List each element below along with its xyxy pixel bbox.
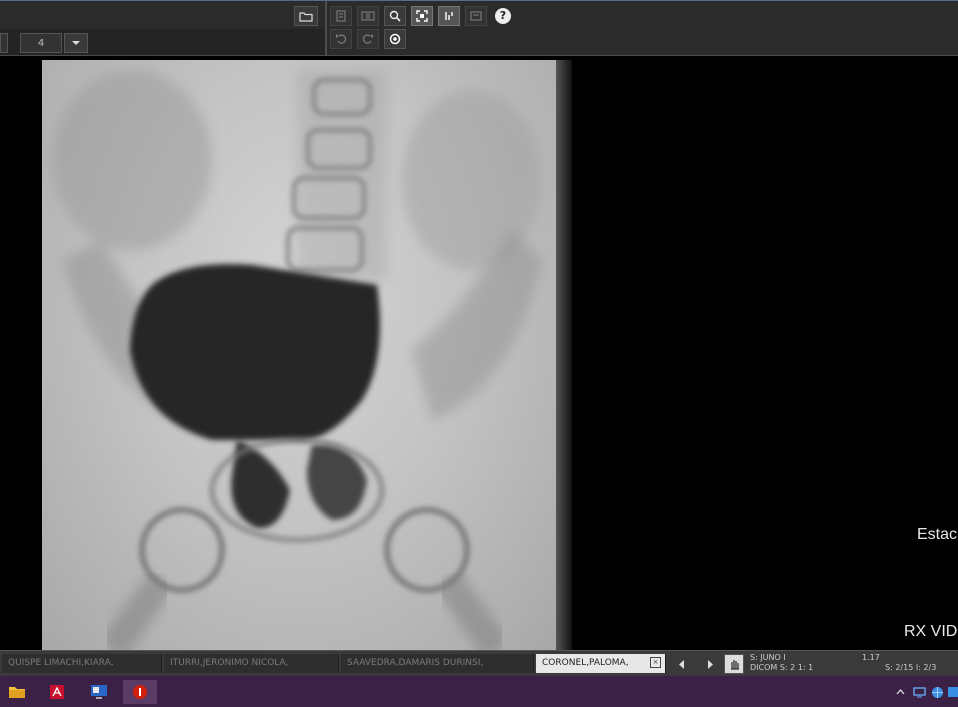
- tray-display-icon[interactable]: [912, 685, 926, 699]
- toolbar-right-panel: ?: [328, 1, 958, 57]
- redo-icon: [362, 34, 373, 44]
- image-border: [556, 60, 572, 650]
- status-line-1-right: 1.17: [862, 653, 880, 662]
- zoom-field[interactable]: 4: [20, 33, 62, 53]
- display-icon: [912, 686, 926, 697]
- overlay-modality-label: RX VID: [904, 623, 958, 640]
- series-layout-button[interactable]: [357, 6, 379, 26]
- help-icon: ?: [495, 8, 511, 24]
- file-explorer-button[interactable]: [0, 680, 34, 704]
- undo-button[interactable]: [330, 29, 352, 49]
- close-tab-icon[interactable]: ×: [650, 657, 661, 668]
- windows-taskbar: [0, 676, 958, 707]
- image-viewport[interactable]: Estac RX VID: [0, 56, 958, 650]
- reset-view-button[interactable]: [384, 29, 406, 49]
- screen-icon: [470, 11, 482, 21]
- layout-icon: [361, 11, 375, 21]
- hand-tool-button[interactable]: [724, 654, 744, 674]
- pdf-reader-button[interactable]: [40, 680, 74, 704]
- next-tab-button[interactable]: [703, 657, 717, 671]
- xray-image[interactable]: [42, 60, 556, 650]
- undo-icon: [336, 34, 347, 44]
- patient-tab-label: QUISPE LIMACHI,KIARA,: [8, 658, 114, 668]
- xray-drawing: [52, 70, 542, 650]
- left-edge-field[interactable]: [0, 33, 8, 53]
- fit-screen-icon: [416, 10, 428, 22]
- pacs-app-icon: [133, 685, 147, 699]
- pacs-viewer-button[interactable]: [123, 680, 157, 704]
- annotation-button[interactable]: [465, 6, 487, 26]
- overlay-station-label: Estac: [917, 526, 958, 543]
- folder-icon: [299, 11, 313, 22]
- toolbar-left-panel: 4: [0, 1, 325, 57]
- folder-icon: [9, 687, 25, 698]
- document-icon: [336, 10, 346, 22]
- patient-tab-strip: QUISPE LIMACHI,KIARA, ITURRI,JERONIMO NI…: [0, 650, 958, 676]
- patient-tab-label: CORONEL,PALOMA,: [542, 658, 629, 668]
- help-button[interactable]: ?: [492, 6, 514, 26]
- hand-icon: [730, 660, 739, 670]
- measure-tool-button[interactable]: [438, 6, 460, 26]
- remote-app-button[interactable]: [82, 680, 116, 704]
- fit-to-window-button[interactable]: [411, 6, 433, 26]
- tray-network-icon[interactable]: [930, 685, 944, 699]
- status-line-2-right: S: 2/15 I: 2/3: [885, 663, 937, 672]
- pdf-icon: [50, 685, 64, 699]
- status-line-1-left: S: JUNO I: [750, 653, 786, 662]
- tray-app-icon[interactable]: [946, 685, 958, 699]
- status-line-2-left: DICOM S: 2 1: 1: [750, 663, 814, 672]
- patient-tab-label: SAAVEDRA,DAMARIS DURINSI,: [347, 658, 484, 668]
- measure-icon: [445, 12, 453, 20]
- show-hidden-icons-button[interactable]: [893, 685, 907, 699]
- circle-target-icon: [389, 33, 401, 45]
- previous-tab-button[interactable]: [675, 657, 689, 671]
- patient-tab[interactable]: QUISPE LIMACHI,KIARA,: [2, 654, 162, 673]
- zoom-field-value: 4: [37, 37, 45, 49]
- patient-tab[interactable]: SAAVEDRA,DAMARIS DURINSI,: [341, 654, 534, 673]
- app-tray-icon: [948, 687, 958, 697]
- patient-tab-label: ITURRI,JERONIMO NICOLA,: [170, 658, 289, 668]
- chevron-up-icon: [896, 689, 904, 695]
- chevron-right-icon: [708, 659, 713, 669]
- patient-tab-active[interactable]: CORONEL,PALOMA, ×: [536, 654, 666, 673]
- chevron-down-icon: [72, 41, 80, 45]
- monitor-icon: [91, 685, 107, 699]
- patient-tab[interactable]: ITURRI,JERONIMO NICOLA,: [164, 654, 339, 673]
- open-folder-button[interactable]: [294, 6, 318, 26]
- zoom-dropdown-button[interactable]: [64, 33, 88, 53]
- zoom-tool-button[interactable]: [384, 6, 406, 26]
- redo-button[interactable]: [357, 29, 379, 49]
- chevron-left-icon: [679, 659, 684, 669]
- print-button[interactable]: [330, 6, 352, 26]
- toolbar-separator: [325, 1, 327, 57]
- globe-icon: [931, 686, 943, 698]
- magnifier-icon: [389, 10, 401, 22]
- viewer-toolbar: 4 ?: [0, 0, 958, 57]
